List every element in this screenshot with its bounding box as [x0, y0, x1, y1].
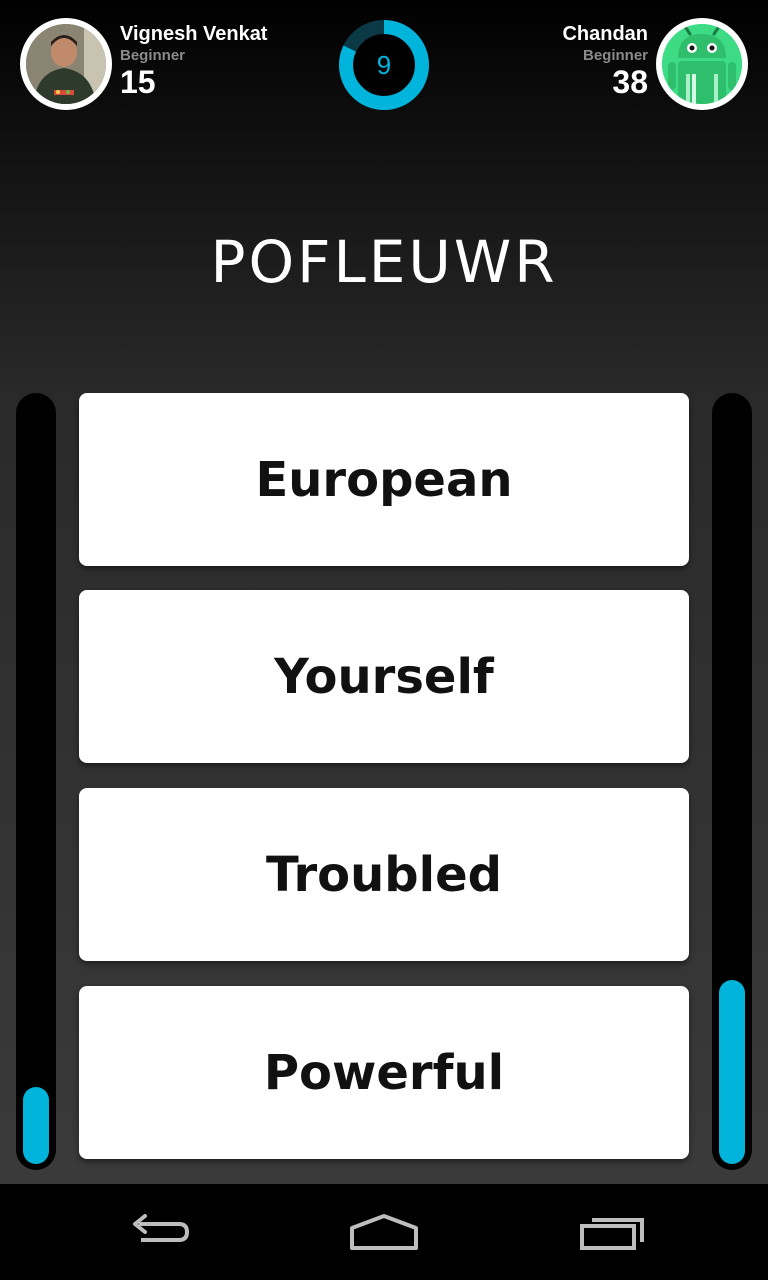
- player-left-progress-fill: [23, 1087, 49, 1164]
- answer-option-4[interactable]: Powerful: [79, 986, 689, 1159]
- answer-option-label: Powerful: [263, 1044, 505, 1101]
- scrambled-word: POFLEUWR: [210, 228, 558, 296]
- player-right-name: Chandan: [562, 23, 648, 45]
- player-left-avatar[interactable]: [20, 18, 112, 110]
- answer-option-1[interactable]: European: [79, 393, 689, 566]
- answer-option-label: European: [255, 451, 513, 508]
- player-left-level: Beginner: [120, 47, 186, 64]
- answer-option-2[interactable]: Yourself: [79, 590, 689, 763]
- android-robot-icon: [662, 24, 742, 104]
- home-icon: [350, 1214, 418, 1250]
- player-right-info: Chandan Beginner 38: [562, 22, 648, 98]
- user-photo-icon: [26, 24, 106, 104]
- back-icon: [133, 1214, 189, 1242]
- player-right-score: 38: [612, 64, 648, 100]
- recents-icon: [580, 1218, 644, 1250]
- player-right-progress-track: [712, 393, 752, 1170]
- answer-option-label: Yourself: [274, 648, 494, 705]
- countdown-timer: 9: [339, 20, 429, 110]
- player-left-progress-track: [16, 393, 56, 1170]
- answer-option-3[interactable]: Troubled: [79, 788, 689, 961]
- system-nav-bar: [0, 1184, 768, 1280]
- home-button[interactable]: [339, 1202, 429, 1262]
- player-left-info: Vignesh Venkat Beginner 15: [120, 22, 267, 98]
- player-left-name: Vignesh Venkat: [120, 23, 268, 45]
- back-button[interactable]: [115, 1202, 205, 1262]
- answer-option-label: Troubled: [265, 846, 502, 903]
- player-left-score: 15: [120, 64, 156, 100]
- timer-value: 9: [376, 50, 392, 80]
- recents-button[interactable]: [565, 1202, 655, 1262]
- player-right-progress-fill: [719, 980, 745, 1164]
- player-right-level: Beginner: [582, 47, 648, 64]
- player-right-avatar[interactable]: [656, 18, 748, 110]
